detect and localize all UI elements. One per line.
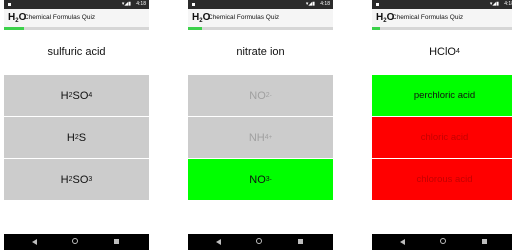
quiz-screen-3: ▾◢▮ 4:18 H2O Chemical Formulas Quiz HClO… — [372, 0, 512, 250]
notification-icon — [192, 3, 195, 6]
status-time: 4:18 — [136, 1, 146, 7]
app-bar: H2O Chemical Formulas Quiz — [188, 9, 333, 27]
answer-option-1[interactable]: H 2 SO 4 — [4, 74, 149, 116]
back-icon[interactable] — [400, 239, 405, 245]
status-bar: ▾◢▮ 4:18 — [372, 0, 512, 9]
system-icons: ▾◢▮ — [305, 1, 315, 7]
app-title: Chemical Formulas Quiz — [208, 14, 280, 21]
answer-option-1[interactable]: perchloric acid — [372, 74, 512, 116]
app-title: Chemical Formulas Quiz — [392, 14, 464, 21]
home-icon[interactable] — [72, 238, 78, 244]
status-bar: ▾◢▮ 4:18 — [188, 0, 333, 9]
quiz-progress-bar — [4, 27, 149, 30]
app-bar: H2O Chemical Formulas Quiz — [372, 9, 512, 27]
back-icon[interactable] — [216, 239, 221, 245]
system-icons: ▾◢▮ — [121, 1, 131, 7]
recent-apps-icon[interactable] — [298, 239, 303, 244]
app-bar: H2O Chemical Formulas Quiz — [4, 9, 149, 27]
quiz-screen-2: ▾◢▮ 4:18 H2O Chemical Formulas Quiz nitr… — [188, 0, 333, 250]
question-text: sulfuric acid — [47, 46, 106, 58]
answer-option-3[interactable]: H 2 SO 3 — [4, 158, 149, 200]
answer-option-2[interactable]: chloric acid — [372, 116, 512, 158]
quiz-progress-bar — [188, 27, 333, 30]
status-time: 4:18 — [320, 1, 330, 7]
status-bar: ▾◢▮ 4:18 — [4, 0, 149, 9]
recent-apps-icon[interactable] — [482, 239, 487, 244]
question-text: nitrate ion — [236, 46, 285, 58]
app-title: Chemical Formulas Quiz — [24, 14, 96, 21]
system-icons: ▾◢▮ — [489, 1, 499, 7]
quiz-progress-bar — [372, 27, 512, 30]
answer-option-3[interactable]: chlorous acid — [372, 158, 512, 200]
quiz-screen-1: ▾◢▮ 4:18 H2O Chemical Formulas Quiz sulf… — [4, 0, 149, 250]
navigation-bar — [188, 234, 333, 250]
home-icon[interactable] — [256, 238, 262, 244]
question-text: HClO 4 — [429, 46, 460, 58]
notification-icon — [376, 3, 379, 6]
answer-option-2[interactable]: NH 4 + — [188, 116, 333, 158]
back-icon[interactable] — [32, 239, 37, 245]
home-icon[interactable] — [440, 238, 446, 244]
notification-icon — [8, 3, 11, 6]
status-time: 4:18 — [504, 1, 512, 7]
answer-option-1[interactable]: NO 2- — [188, 74, 333, 116]
navigation-bar — [372, 234, 512, 250]
answer-option-2[interactable]: H2S — [4, 116, 149, 158]
recent-apps-icon[interactable] — [114, 239, 119, 244]
answer-option-3[interactable]: NO 3- — [188, 158, 333, 200]
navigation-bar — [4, 234, 149, 250]
